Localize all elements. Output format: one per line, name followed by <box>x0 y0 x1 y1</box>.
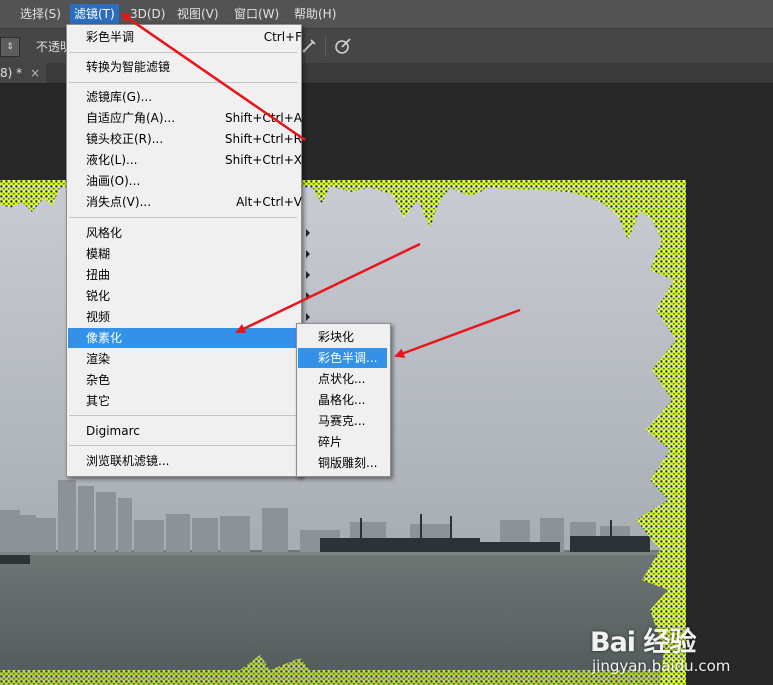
red-arrow-to-pixelate <box>235 242 421 334</box>
annotation-arrows <box>120 12 521 358</box>
red-arrow-to-color-halftone <box>394 308 521 358</box>
red-arrow-to-filter-menu <box>120 12 306 142</box>
watermark-logo: Bai 经验 <box>590 627 696 658</box>
watermark-url: jingyan.baidu.com <box>592 657 731 675</box>
baidu-jingyan-watermark: Bai 经验 jingyan.baidu.com <box>590 620 730 675</box>
